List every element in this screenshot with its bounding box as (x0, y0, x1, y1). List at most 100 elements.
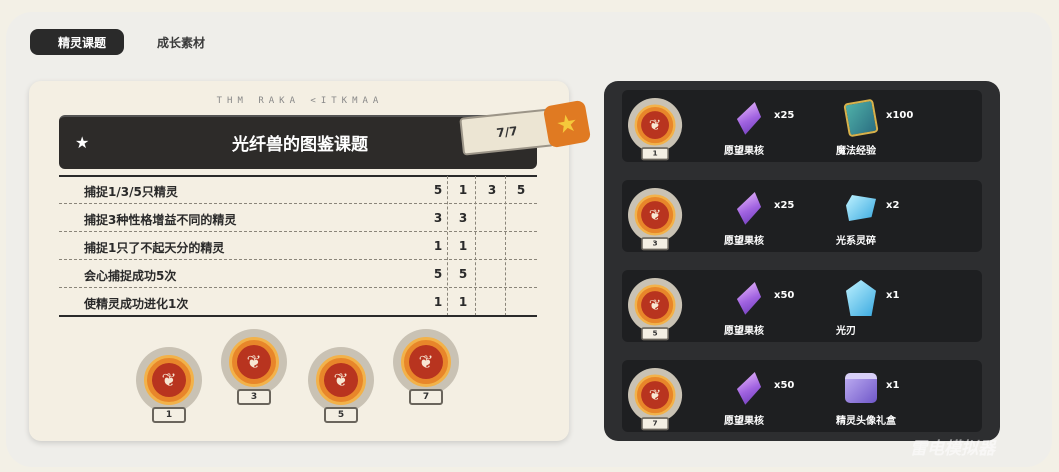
reward-name: 愿望果核 (724, 236, 764, 247)
reward-name: 愿望果核 (724, 416, 764, 427)
reward-quantity: x2 (886, 200, 900, 211)
crystal-icon (730, 98, 768, 138)
reward-name: 光系灵碎 (836, 236, 876, 247)
reward-quantity: x50 (774, 380, 795, 391)
medal-disc: ❦ (136, 347, 202, 413)
reward-name: 光刃 (836, 326, 856, 337)
reward-item[interactable]: x25 愿望果核 (724, 98, 810, 162)
reward-item[interactable]: x1 光刃 (836, 278, 922, 342)
watermark: 雷电模拟器 (910, 439, 995, 459)
task-row: 会心捕捉成功5次 5 5 (59, 260, 537, 288)
reward-name: 愿望果核 (724, 146, 764, 157)
tab-spirit-quest[interactable]: 精灵课题 (30, 29, 124, 55)
star-icon: ★ (75, 133, 90, 152)
task-label: 使精灵成功进化1次 (84, 297, 189, 311)
reward-name: 精灵头像礼盒 (836, 416, 896, 427)
reward-item[interactable]: x1 精灵头像礼盒 (836, 368, 922, 432)
task-label: 捕捉1只了不起天分的精灵 (84, 241, 225, 255)
task-row: 使精灵成功进化1次 1 1 (59, 288, 537, 316)
medal-badge: ❦ 1 (136, 347, 202, 427)
reward-name: 魔法经验 (836, 146, 876, 157)
shard-icon (842, 188, 880, 228)
medal-ring: ❦ (229, 337, 279, 387)
tab-growth-materials[interactable]: 成长素材 (157, 34, 205, 51)
icon-shape (846, 280, 876, 316)
medal-disc: ❦ (628, 188, 683, 243)
feather-icon: ❦ (641, 291, 669, 319)
task-label: 捕捉3种性格增益不同的精灵 (84, 213, 237, 227)
medal-disc: ❦ (308, 347, 374, 413)
icon-shape (845, 373, 877, 403)
medal-level: 3 (641, 237, 669, 251)
feather-icon: ❦ (237, 345, 271, 379)
rune-decoration: THM RAKA <ITKMAA (216, 96, 384, 106)
task-label: 会心捕捉成功5次 (84, 269, 177, 283)
reward-quantity: x100 (886, 110, 914, 121)
task-cell: 1 (458, 295, 468, 309)
medal-level: 5 (641, 327, 669, 341)
task-cell: 5 (516, 183, 526, 197)
icon-shape (843, 98, 879, 138)
reward-quantity: x25 (774, 110, 795, 121)
reward-name: 愿望果核 (724, 326, 764, 337)
task-row: 捕捉1只了不起天分的精灵 1 1 (59, 232, 537, 260)
icon-shape (733, 278, 765, 317)
book-icon (842, 98, 880, 138)
star-badge-icon: ★ (542, 99, 592, 149)
reward-quantity: x25 (774, 200, 795, 211)
quest-title: 光纤兽的图鉴课题 (232, 135, 368, 155)
medal-level: 7 (409, 389, 443, 405)
feather-icon: ❦ (324, 363, 358, 397)
reward-quantity: x1 (886, 290, 900, 301)
table-divider (475, 176, 476, 316)
task-cell: 1 (458, 183, 468, 197)
medal-ring: ❦ (401, 337, 451, 387)
reward-item[interactable]: x25 愿望果核 (724, 188, 810, 252)
reward-item[interactable]: x100 魔法经验 (836, 98, 922, 162)
medal-ring: ❦ (634, 104, 676, 146)
medal-badge: ❦ 3 (221, 329, 287, 409)
medal-badge: ❦ 7 (628, 368, 683, 434)
medal-disc: ❦ (628, 98, 683, 153)
task-cell: 5 (458, 267, 468, 281)
task-row: 捕捉3种性格增益不同的精灵 3 3 (59, 204, 537, 232)
medal-disc: ❦ (628, 278, 683, 333)
medal-badge: ❦ 7 (393, 329, 459, 409)
medal-level: 5 (324, 407, 358, 423)
feather-icon: ❦ (409, 345, 443, 379)
table-divider (447, 176, 448, 316)
feather-icon: ❦ (641, 111, 669, 139)
task-cell: 1 (458, 239, 468, 253)
feather-icon: ❦ (152, 363, 186, 397)
medal-level: 1 (152, 407, 186, 423)
task-cell: 3 (487, 183, 497, 197)
reward-item[interactable]: x50 愿望果核 (724, 278, 810, 342)
crystal-icon (730, 188, 768, 228)
medal-badge: ❦ 1 (628, 98, 683, 164)
reward-quantity: x50 (774, 290, 795, 301)
reward-item[interactable]: x2 光系灵碎 (836, 188, 922, 252)
feather-icon: ❦ (641, 201, 669, 229)
icon-shape (846, 195, 876, 221)
feather-icon: ❦ (641, 381, 669, 409)
medal-level: 3 (237, 389, 271, 405)
reward-item[interactable]: x50 愿望果核 (724, 368, 810, 432)
medal-ring: ❦ (634, 194, 676, 236)
medal-disc: ❦ (221, 329, 287, 395)
blade-icon (842, 278, 880, 318)
crystal-icon (730, 368, 768, 408)
task-label: 捕捉1/3/5只精灵 (84, 185, 178, 199)
medal-badge: ❦ 3 (628, 188, 683, 254)
medal-badge: ❦ 5 (628, 278, 683, 344)
medal-ring: ❦ (316, 355, 366, 405)
progress-text: 7/7 (495, 123, 519, 141)
medal-ring: ❦ (144, 355, 194, 405)
task-cell: 3 (458, 211, 468, 225)
medal-ring: ❦ (634, 374, 676, 416)
medal-ring: ❦ (634, 284, 676, 326)
task-row: 捕捉1/3/5只精灵 5 1 3 5 (59, 176, 537, 204)
icon-shape (733, 188, 765, 227)
icon-shape (733, 368, 765, 407)
gift-box-icon (842, 368, 880, 408)
reward-quantity: x1 (886, 380, 900, 391)
